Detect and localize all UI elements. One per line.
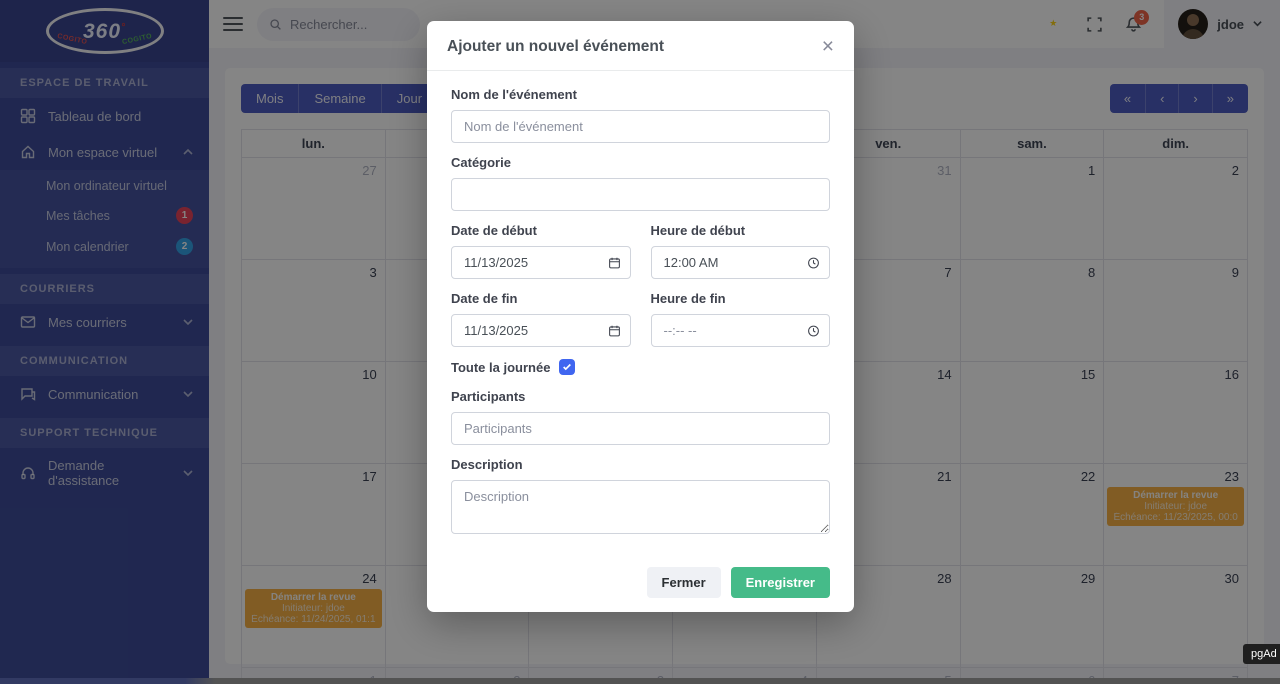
description-textarea[interactable]: [451, 480, 830, 534]
close-icon[interactable]: ×: [822, 36, 834, 57]
description-label: Description: [451, 457, 830, 472]
check-icon: [562, 362, 572, 372]
event-name-input[interactable]: [451, 110, 830, 143]
all-day-checkbox[interactable]: [559, 359, 575, 375]
clock-icon[interactable]: [807, 324, 820, 337]
end-date-input[interactable]: [451, 314, 631, 347]
clock-icon[interactable]: [807, 256, 820, 269]
modal-title: Ajouter un nouvel événement: [447, 38, 664, 56]
add-event-modal: Ajouter un nouvel événement × Nom de l'é…: [427, 21, 854, 612]
start-time-label: Heure de début: [651, 223, 831, 238]
end-time-label: Heure de fin: [651, 291, 831, 306]
end-date-label: Date de fin: [451, 291, 631, 306]
category-label: Catégorie: [451, 155, 830, 170]
all-day-label: Toute la journée: [451, 360, 550, 375]
start-time-input[interactable]: [651, 246, 831, 279]
modal-header: Ajouter un nouvel événement ×: [427, 21, 854, 71]
close-button[interactable]: Fermer: [647, 567, 721, 598]
save-button[interactable]: Enregistrer: [731, 567, 830, 598]
window-bottom-edge: [0, 678, 1280, 684]
event-name-label: Nom de l'événement: [451, 87, 830, 102]
participants-input[interactable]: [451, 412, 830, 445]
start-date-label: Date de début: [451, 223, 631, 238]
start-date-input[interactable]: [451, 246, 631, 279]
end-time-input[interactable]: [651, 314, 831, 347]
calendar-icon[interactable]: [608, 256, 621, 269]
modal-footer: Fermer Enregistrer: [427, 551, 854, 612]
category-input[interactable]: [451, 178, 830, 211]
calendar-icon[interactable]: [608, 324, 621, 337]
modal-body: Nom de l'événement Catégorie Date de déb…: [427, 71, 854, 539]
participants-label: Participants: [451, 389, 830, 404]
taskbar-tooltip: pgAd: [1243, 644, 1280, 664]
